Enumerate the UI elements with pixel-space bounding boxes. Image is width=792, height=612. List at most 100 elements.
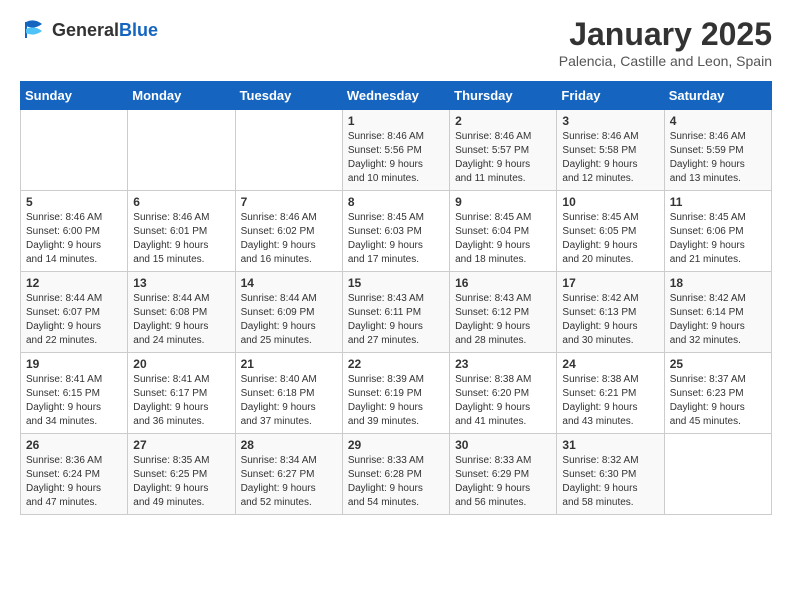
calendar-cell: 5 Sunrise: 8:46 AMSunset: 6:00 PMDaylight… [21, 191, 128, 272]
day-info: Sunrise: 8:45 AMSunset: 6:03 PMDaylight:… [348, 211, 444, 267]
day-number: 24 [562, 357, 658, 371]
calendar-cell: 12 Sunrise: 8:44 AMSunset: 6:07 PMDayligh… [21, 272, 128, 353]
day-number: 1 [348, 114, 444, 128]
calendar-cell: 6Sunrise: 8:46 AMSunset: 6:01 PMDaylight… [128, 191, 235, 272]
header-friday: Friday [557, 82, 664, 110]
day-info: Sunrise: 8:46 AMSunset: 6:00 PMDaylight:… [26, 211, 122, 267]
calendar-cell: 16 Sunrise: 8:43 AMSunset: 6:12 PMDayligh… [450, 272, 557, 353]
day-number: 6 [133, 195, 229, 209]
day-info: Sunrise: 8:45 AMSunset: 6:05 PMDaylight:… [562, 211, 658, 267]
day-number: 3 [562, 114, 658, 128]
day-info: Sunrise: 8:46 AMSunset: 5:57 PMDaylight:… [455, 130, 551, 186]
calendar-cell: 30Sunrise: 8:33 AMSunset: 6:29 PMDayligh… [450, 434, 557, 515]
day-number: 15 [348, 276, 444, 290]
calendar-cell [235, 110, 342, 191]
day-number: 11 [670, 195, 766, 209]
header-monday: Monday [128, 82, 235, 110]
day-info: Sunrise: 8:41 AMSunset: 6:17 PMDaylight:… [133, 373, 229, 429]
calendar-cell: 10 Sunrise: 8:45 AMSunset: 6:05 PMDayligh… [557, 191, 664, 272]
calendar-cell: 7 Sunrise: 8:46 AMSunset: 6:02 PMDaylight… [235, 191, 342, 272]
calendar-cell: 15 Sunrise: 8:43 AMSunset: 6:11 PMDayligh… [342, 272, 449, 353]
calendar-cell: 2 Sunrise: 8:46 AMSunset: 5:57 PMDaylight… [450, 110, 557, 191]
day-number: 10 [562, 195, 658, 209]
day-info: Sunrise: 8:43 AMSunset: 6:12 PMDaylight:… [455, 292, 551, 348]
logo-blue: Blue [119, 20, 158, 40]
calendar-cell: 25Sunrise: 8:37 AMSunset: 6:23 PMDayligh… [664, 353, 771, 434]
day-info: Sunrise: 8:35 AMSunset: 6:25 PMDaylight:… [133, 454, 229, 510]
calendar-cell [664, 434, 771, 515]
calendar-cell: 20Sunrise: 8:41 AMSunset: 6:17 PMDayligh… [128, 353, 235, 434]
calendar-cell: 19Sunrise: 8:41 AMSunset: 6:15 PMDayligh… [21, 353, 128, 434]
day-info: Sunrise: 8:42 AMSunset: 6:14 PMDaylight:… [670, 292, 766, 348]
day-number: 21 [241, 357, 337, 371]
calendar-cell: 4 Sunrise: 8:46 AMSunset: 5:59 PMDaylight… [664, 110, 771, 191]
day-info: Sunrise: 8:36 AMSunset: 6:24 PMDaylight:… [26, 454, 122, 510]
day-info: Sunrise: 8:46 AMSunset: 5:59 PMDaylight:… [670, 130, 766, 186]
day-number: 2 [455, 114, 551, 128]
calendar-cell: 24 Sunrise: 8:38 AMSunset: 6:21 PMDayligh… [557, 353, 664, 434]
calendar-cell: 17Sunrise: 8:42 AMSunset: 6:13 PMDayligh… [557, 272, 664, 353]
day-number: 16 [455, 276, 551, 290]
calendar-subtitle: Palencia, Castille and Leon, Spain [559, 53, 772, 69]
calendar-cell: 22Sunrise: 8:39 AMSunset: 6:19 PMDayligh… [342, 353, 449, 434]
day-info: Sunrise: 8:46 AMSunset: 5:56 PMDaylight:… [348, 130, 444, 186]
week-row-4: 19Sunrise: 8:41 AMSunset: 6:15 PMDayligh… [21, 353, 772, 434]
day-info: Sunrise: 8:32 AMSunset: 6:30 PMDaylight:… [562, 454, 658, 510]
day-number: 13 [133, 276, 229, 290]
day-info: Sunrise: 8:44 AMSunset: 6:07 PMDaylight:… [26, 292, 122, 348]
header: GeneralBlue January 2025 Palencia, Casti… [20, 16, 772, 69]
week-row-1: 1 Sunrise: 8:46 AMSunset: 5:56 PMDaylight… [21, 110, 772, 191]
calendar-cell: 21 Sunrise: 8:40 AMSunset: 6:18 PMDayligh… [235, 353, 342, 434]
day-number: 31 [562, 438, 658, 452]
logo: GeneralBlue [20, 16, 158, 44]
calendar-cell: 31 Sunrise: 8:32 AMSunset: 6:30 PMDayligh… [557, 434, 664, 515]
day-info: Sunrise: 8:46 AMSunset: 5:58 PMDaylight:… [562, 130, 658, 186]
calendar-cell: 9 Sunrise: 8:45 AMSunset: 6:04 PMDaylight… [450, 191, 557, 272]
day-number: 27 [133, 438, 229, 452]
day-number: 17 [562, 276, 658, 290]
day-number: 9 [455, 195, 551, 209]
day-info: Sunrise: 8:38 AMSunset: 6:21 PMDaylight:… [562, 373, 658, 429]
page: GeneralBlue January 2025 Palencia, Casti… [0, 0, 792, 531]
calendar-cell: 8 Sunrise: 8:45 AMSunset: 6:03 PMDaylight… [342, 191, 449, 272]
day-number: 4 [670, 114, 766, 128]
day-info: Sunrise: 8:37 AMSunset: 6:23 PMDaylight:… [670, 373, 766, 429]
day-info: Sunrise: 8:33 AMSunset: 6:28 PMDaylight:… [348, 454, 444, 510]
day-info: Sunrise: 8:40 AMSunset: 6:18 PMDaylight:… [241, 373, 337, 429]
day-info: Sunrise: 8:43 AMSunset: 6:11 PMDaylight:… [348, 292, 444, 348]
week-row-2: 5 Sunrise: 8:46 AMSunset: 6:00 PMDaylight… [21, 191, 772, 272]
header-tuesday: Tuesday [235, 82, 342, 110]
calendar-cell: 14 Sunrise: 8:44 AMSunset: 6:09 PMDayligh… [235, 272, 342, 353]
day-number: 7 [241, 195, 337, 209]
header-wednesday: Wednesday [342, 82, 449, 110]
day-info: Sunrise: 8:45 AMSunset: 6:04 PMDaylight:… [455, 211, 551, 267]
day-info: Sunrise: 8:38 AMSunset: 6:20 PMDaylight:… [455, 373, 551, 429]
day-number: 30 [455, 438, 551, 452]
day-number: 29 [348, 438, 444, 452]
day-number: 19 [26, 357, 122, 371]
day-info: Sunrise: 8:44 AMSunset: 6:08 PMDaylight:… [133, 292, 229, 348]
day-number: 8 [348, 195, 444, 209]
weekday-header-row: Sunday Monday Tuesday Wednesday Thursday… [21, 82, 772, 110]
day-number: 14 [241, 276, 337, 290]
day-info: Sunrise: 8:45 AMSunset: 6:06 PMDaylight:… [670, 211, 766, 267]
calendar-cell [21, 110, 128, 191]
day-number: 28 [241, 438, 337, 452]
day-number: 18 [670, 276, 766, 290]
day-info: Sunrise: 8:44 AMSunset: 6:09 PMDaylight:… [241, 292, 337, 348]
day-number: 22 [348, 357, 444, 371]
calendar-cell: 18 Sunrise: 8:42 AMSunset: 6:14 PMDayligh… [664, 272, 771, 353]
day-number: 12 [26, 276, 122, 290]
calendar-cell: 28Sunrise: 8:34 AMSunset: 6:27 PMDayligh… [235, 434, 342, 515]
day-number: 23 [455, 357, 551, 371]
calendar-table: Sunday Monday Tuesday Wednesday Thursday… [20, 81, 772, 515]
header-sunday: Sunday [21, 82, 128, 110]
calendar-cell: 1 Sunrise: 8:46 AMSunset: 5:56 PMDaylight… [342, 110, 449, 191]
day-info: Sunrise: 8:46 AMSunset: 6:02 PMDaylight:… [241, 211, 337, 267]
header-thursday: Thursday [450, 82, 557, 110]
calendar-cell: 27 Sunrise: 8:35 AMSunset: 6:25 PMDayligh… [128, 434, 235, 515]
day-number: 5 [26, 195, 122, 209]
calendar-cell: 29 Sunrise: 8:33 AMSunset: 6:28 PMDayligh… [342, 434, 449, 515]
title-block: January 2025 Palencia, Castille and Leon… [559, 16, 772, 69]
logo-general: General [52, 20, 119, 40]
